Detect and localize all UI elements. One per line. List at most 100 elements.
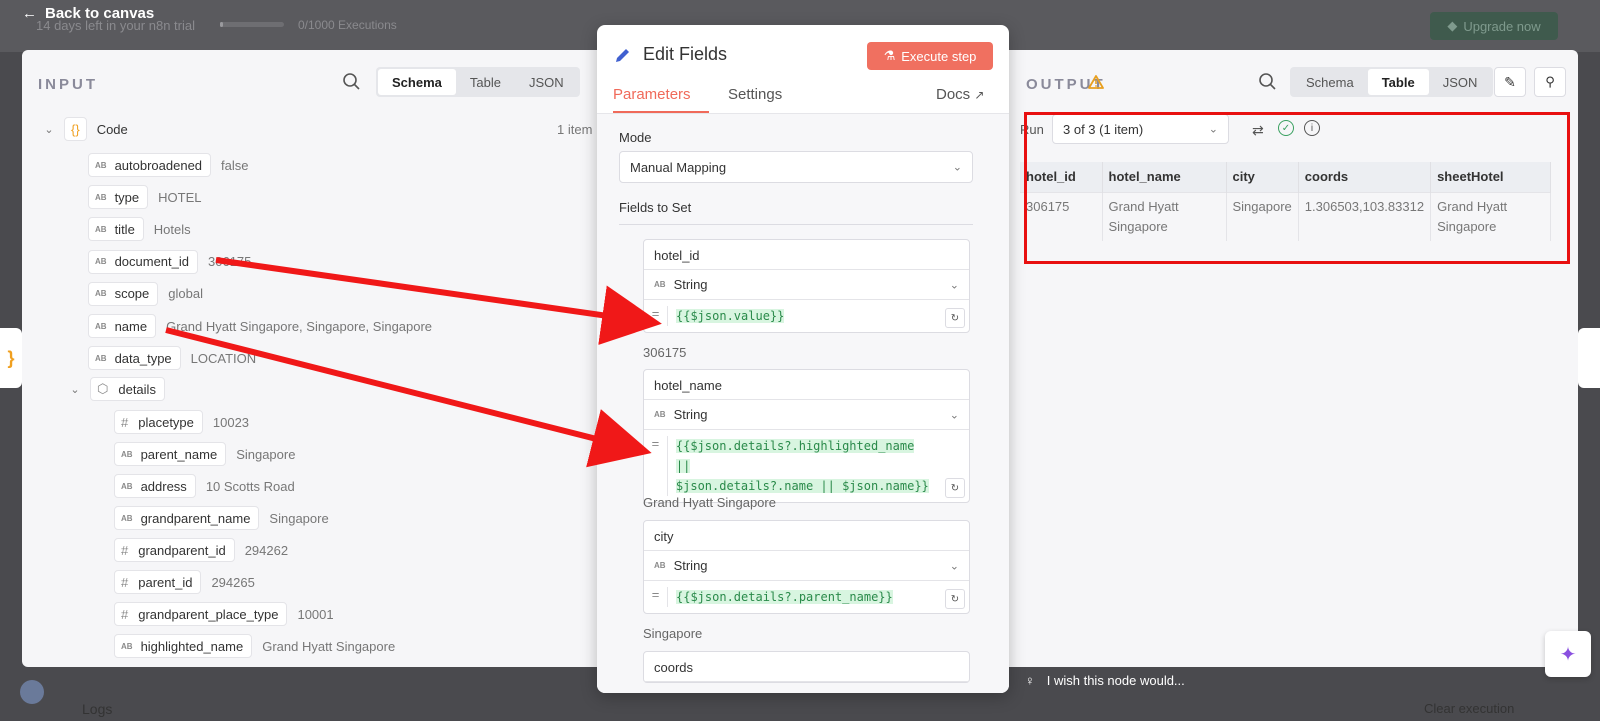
field-value: Singapore bbox=[269, 510, 329, 526]
annotation-highlight-box bbox=[1024, 112, 1570, 264]
output-tab-schema[interactable]: Schema bbox=[1292, 69, 1368, 95]
avatar[interactable] bbox=[20, 680, 44, 704]
schema-field[interactable]: AB title Hotels bbox=[88, 217, 191, 242]
number-type-icon: # bbox=[121, 414, 129, 430]
input-tab-table[interactable]: Table bbox=[456, 69, 515, 95]
field-key-pill[interactable]: # grandparent_id bbox=[114, 538, 235, 562]
string-type-icon: AB bbox=[654, 280, 666, 289]
search-icon[interactable] bbox=[342, 72, 362, 92]
field-key-pill[interactable]: AB parent_name bbox=[114, 442, 227, 466]
reset-value-icon[interactable]: ↻ bbox=[945, 478, 965, 498]
gem-icon: ◆ bbox=[1447, 18, 1458, 33]
mode-select[interactable]: Manual Mapping ⌄ bbox=[619, 151, 973, 183]
tab-settings[interactable]: Settings bbox=[728, 86, 782, 103]
field-key-pill[interactable]: AB address bbox=[114, 474, 196, 498]
tab-parameters[interactable]: Parameters bbox=[613, 86, 691, 103]
schema-field[interactable]: # parent_id 294265 bbox=[114, 570, 255, 594]
chevron-down-icon: ⌄ bbox=[949, 560, 959, 572]
field-key-pill[interactable]: # grandparent_place_type bbox=[114, 602, 288, 626]
field-key-pill[interactable]: AB grandparent_name bbox=[114, 506, 260, 530]
field-key: highlighted_name bbox=[140, 638, 244, 654]
string-type-icon: AB bbox=[95, 321, 107, 331]
input-title: INPUT bbox=[38, 76, 98, 93]
upgrade-button[interactable]: ◆ Upgrade now bbox=[1430, 12, 1558, 40]
field-key-pill[interactable]: AB name bbox=[88, 314, 157, 338]
reset-value-icon[interactable]: ↻ bbox=[945, 589, 965, 609]
chevron-down-icon[interactable]: ⌄ bbox=[40, 123, 58, 136]
field-key: document_id bbox=[114, 254, 190, 270]
pencil-icon: ✎ bbox=[1504, 73, 1516, 90]
output-tab-table[interactable]: Table bbox=[1367, 69, 1429, 95]
assignment-name-input[interactable]: coords bbox=[644, 652, 969, 682]
schema-field[interactable]: AB type HOTEL bbox=[88, 185, 201, 210]
expression-icon: = bbox=[644, 436, 668, 496]
string-type-icon: AB bbox=[654, 410, 666, 419]
logs-label[interactable]: Logs bbox=[82, 701, 112, 717]
reset-value-icon[interactable]: ↻ bbox=[945, 308, 965, 328]
field-key-pill[interactable]: AB document_id bbox=[88, 249, 199, 274]
node-title[interactable]: Edit Fields bbox=[643, 44, 727, 65]
lightbulb-icon: ♀ bbox=[1025, 673, 1035, 688]
input-tab-json[interactable]: JSON bbox=[515, 69, 578, 95]
tree-root-code[interactable]: ⌄ {} Code bbox=[40, 117, 128, 141]
field-value: LOCATION bbox=[190, 350, 257, 366]
field-key: type bbox=[114, 189, 140, 205]
string-type-icon: AB bbox=[121, 513, 133, 523]
back-to-canvas-link[interactable]: ← Back to canvas bbox=[22, 5, 154, 22]
next-node-tab[interactable] bbox=[1578, 328, 1600, 388]
edit-output-button[interactable]: ✎ bbox=[1494, 67, 1526, 97]
assignment-result-preview: Singapore bbox=[643, 626, 703, 641]
assignment-name-input[interactable]: hotel_id bbox=[644, 240, 969, 270]
code-node-tab[interactable]: } bbox=[0, 328, 22, 388]
input-tab-schema[interactable]: Schema bbox=[378, 69, 456, 95]
schema-field[interactable]: AB highlighted_name Grand Hyatt Singapore bbox=[114, 634, 395, 658]
execute-step-button[interactable]: ⚗ Execute step bbox=[867, 42, 993, 70]
field-key-pill[interactable]: AB autobroadened bbox=[88, 153, 212, 177]
field-key: grandparent_place_type bbox=[138, 606, 279, 622]
assignment-type-select[interactable]: AB String ⌄ bbox=[644, 400, 969, 430]
field-key-pill[interactable]: AB title bbox=[88, 217, 144, 242]
assignment-value-expression[interactable]: = {{$json.value}} ↻ bbox=[644, 300, 969, 332]
schema-field[interactable]: AB parent_name Singapore bbox=[114, 442, 295, 466]
assignment-value-expression[interactable]: = {{$json.details?.parent_name}} ↻ bbox=[644, 581, 969, 613]
schema-field[interactable]: AB autobroadened false bbox=[88, 153, 249, 177]
schema-field[interactable]: # grandparent_place_type 10001 bbox=[114, 602, 334, 626]
field-key-pill[interactable]: AB type bbox=[88, 185, 149, 210]
search-icon[interactable] bbox=[1258, 72, 1278, 92]
schema-field[interactable]: AB document_id 306175 bbox=[88, 249, 251, 274]
field-key: scope bbox=[114, 286, 150, 302]
field-key-pill[interactable]: # parent_id bbox=[114, 570, 202, 594]
docs-link[interactable]: Docs ↗ bbox=[936, 86, 984, 103]
fields-to-set-label: Fields to Set bbox=[619, 200, 692, 215]
schema-field[interactable]: AB name Grand Hyatt Singapore, Singapore, … bbox=[88, 314, 432, 338]
chevron-down-icon[interactable]: ⌄ bbox=[66, 383, 84, 396]
schema-field[interactable]: AB grandparent_name Singapore bbox=[114, 506, 329, 530]
chevron-down-icon: ⌄ bbox=[949, 279, 959, 291]
input-view-switch: Schema Table JSON bbox=[376, 67, 580, 97]
field-key-pill[interactable]: AB data_type bbox=[88, 346, 181, 371]
field-key-pill[interactable]: # placetype bbox=[114, 410, 203, 434]
field-value: 10 Scotts Road bbox=[205, 478, 295, 494]
assignment-type-select[interactable]: AB String ⌄ bbox=[644, 270, 969, 300]
feedback-prompt[interactable]: ♀ I wish this node would... bbox=[1025, 673, 1185, 688]
assignment-type-select[interactable]: AB String ⌄ bbox=[644, 551, 969, 581]
schema-field[interactable]: AB scope global bbox=[88, 281, 203, 306]
schema-field[interactable]: # grandparent_id 294262 bbox=[114, 538, 288, 562]
assignment-name-input[interactable]: city bbox=[644, 521, 969, 551]
clear-execution-button[interactable]: Clear execution bbox=[1424, 701, 1514, 716]
item-count: 1 item bbox=[557, 122, 593, 137]
schema-field[interactable]: AB data_type LOCATION bbox=[88, 346, 257, 371]
field-key-pill[interactable]: AB scope bbox=[88, 281, 159, 306]
schema-field[interactable]: # placetype 10023 bbox=[114, 410, 249, 434]
field-key-pill[interactable]: AB highlighted_name bbox=[114, 634, 253, 658]
tree-node-details[interactable]: ⌄ ⬡ details bbox=[66, 377, 165, 401]
ai-assistant-button[interactable]: ✦ bbox=[1545, 631, 1591, 677]
assignment-value-expression[interactable]: = {{$json.details?.highlighted_name || $js… bbox=[644, 430, 969, 502]
output-tab-json[interactable]: JSON bbox=[1429, 69, 1492, 95]
pin-data-button[interactable]: ⚲ bbox=[1534, 67, 1566, 97]
string-type-icon: AB bbox=[654, 561, 666, 570]
expression-icon: = bbox=[644, 306, 668, 326]
field-key: address bbox=[140, 478, 187, 494]
schema-field[interactable]: AB address 10 Scotts Road bbox=[114, 474, 295, 498]
assignment-name-input[interactable]: hotel_name bbox=[644, 370, 969, 400]
